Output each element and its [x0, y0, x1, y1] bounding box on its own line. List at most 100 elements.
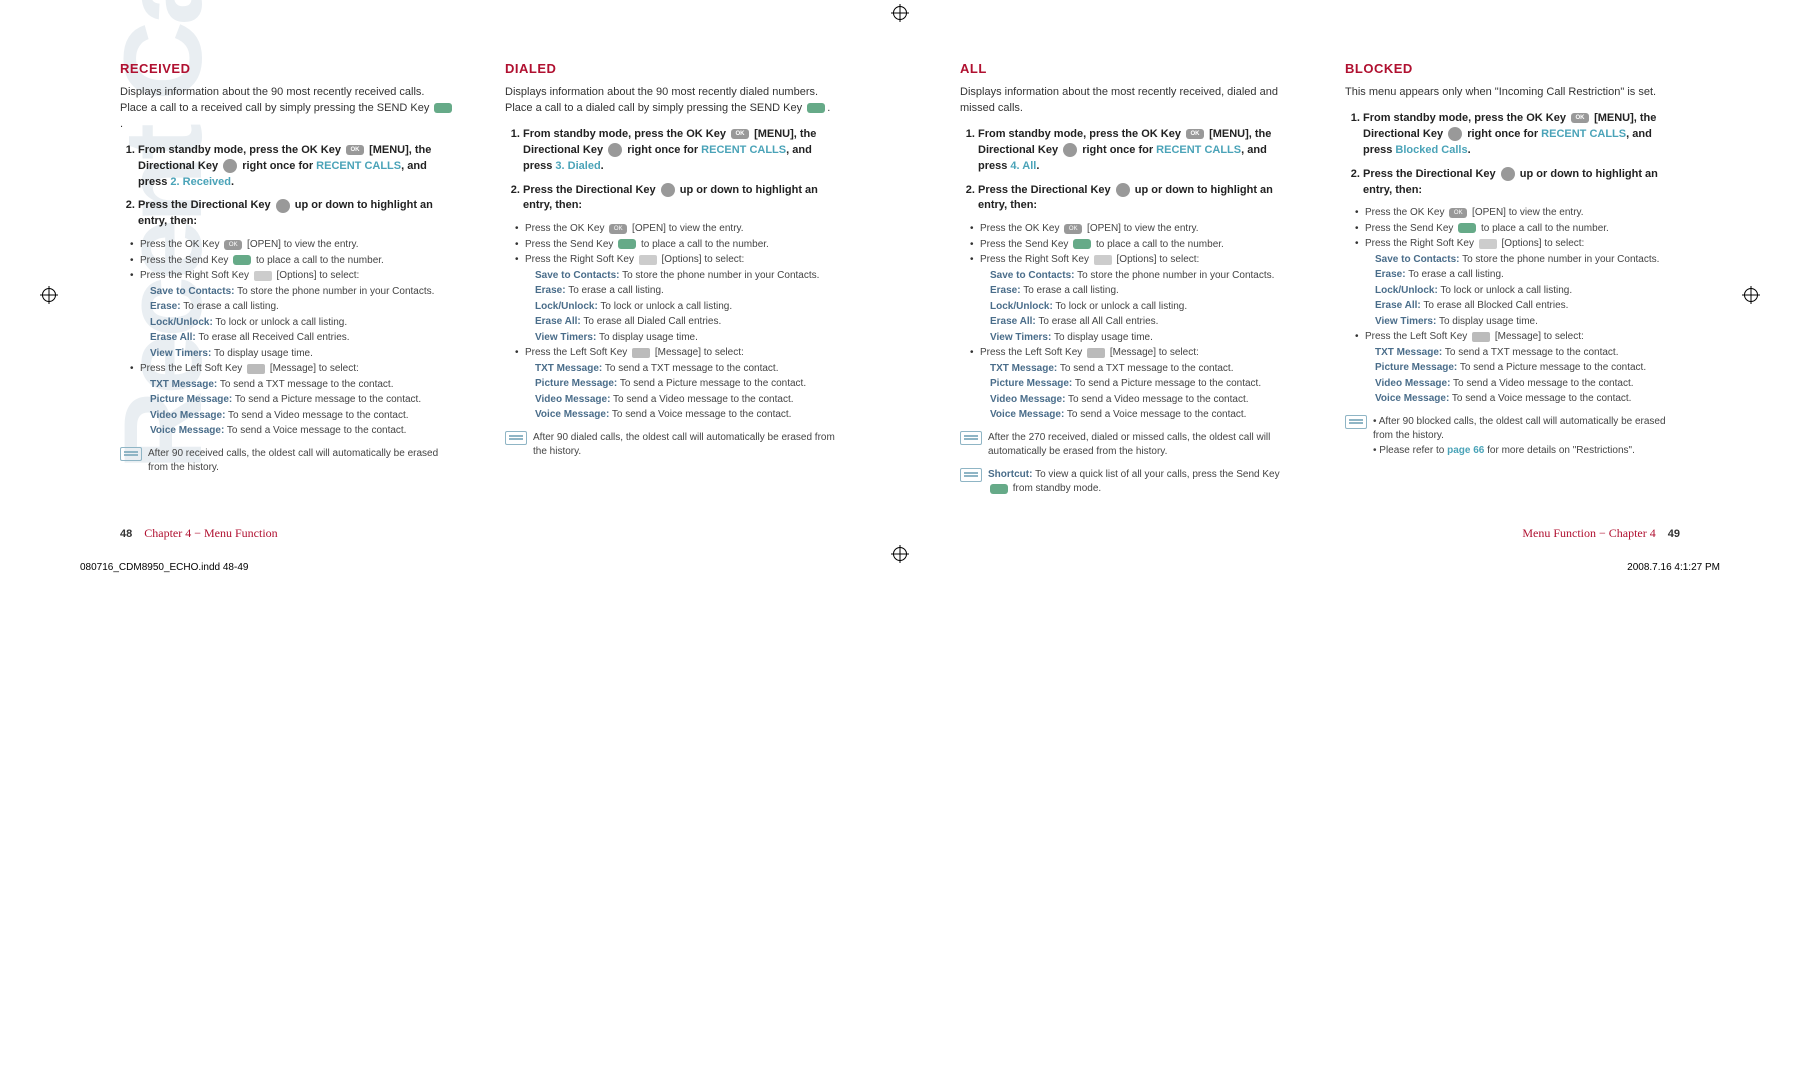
section-dialed: DIALED Displays information about the 90…: [505, 60, 840, 476]
step-1: From standby mode, press the OK Key OK […: [138, 143, 455, 191]
ok-key-icon: OK: [1064, 224, 1082, 234]
directional-key-icon: [1063, 143, 1077, 157]
page-number: 48: [120, 528, 132, 540]
option-item: Voice Message: To send a Voice message t…: [1365, 392, 1680, 407]
trim-timestamp: 2008.7.16 4:1:27 PM: [1627, 562, 1720, 573]
option-item: Erase All: To erase all Blocked Call ent…: [1365, 299, 1680, 314]
page-footer: 48 Chapter 4 − Menu Function: [120, 526, 278, 541]
bullet-item: Press the OK Key OK [OPEN] to view the e…: [970, 222, 1295, 237]
right-soft-key-icon: [1094, 255, 1112, 265]
directional-key-icon: [608, 143, 622, 157]
section-blocked: BLOCKED This menu appears only when "Inc…: [1345, 60, 1680, 497]
ok-key-icon: OK: [1571, 113, 1589, 123]
ok-key-icon: OK: [346, 145, 364, 155]
chapter-name: Chapter 4 − Menu Function: [144, 526, 277, 541]
ok-key-icon: OK: [1186, 129, 1204, 139]
step-1: From standby mode, press the OK Key OK […: [978, 127, 1295, 175]
note: After 90 dialed calls, the oldest call w…: [505, 431, 840, 460]
option-item: Voice Message: To send a Voice message t…: [525, 408, 840, 423]
ok-key-icon: OK: [731, 129, 749, 139]
option-item: Erase: To erase a call listing.: [525, 284, 840, 299]
page-footer: Menu Function − Chapter 4 49: [1522, 526, 1680, 541]
bullet-item: Press the Send Key to place a call to th…: [130, 254, 455, 269]
option-item: View Timers: To display usage time.: [525, 331, 840, 346]
option-item: Save to Contacts: To store the phone num…: [525, 269, 840, 284]
step-2: Press the Directional Key up or down to …: [523, 183, 840, 215]
note: • After 90 blocked calls, the oldest cal…: [1345, 415, 1680, 459]
bullet-item: Press the Left Soft Key [Message] to sel…: [1355, 330, 1680, 345]
directional-key-icon: [1501, 167, 1515, 181]
note-icon: [960, 431, 982, 445]
ok-key-icon: OK: [1449, 208, 1467, 218]
bullet-item: Press the Right Soft Key [Options] to se…: [1355, 237, 1680, 252]
option-item: TXT Message: To send a TXT message to th…: [140, 378, 455, 393]
bullet-item: Press the Right Soft Key [Options] to se…: [970, 253, 1295, 268]
option-item: Picture Message: To send a Picture messa…: [980, 377, 1295, 392]
option-item: Save to Contacts: To store the phone num…: [1365, 253, 1680, 268]
section-description: Displays information about the 90 most r…: [120, 85, 455, 133]
note-icon: [960, 468, 982, 482]
bullet-item: Press the Left Soft Key [Message] to sel…: [515, 346, 840, 361]
bullet-item: Press the Right Soft Key [Options] to se…: [130, 269, 455, 284]
step-2: Press the Directional Key up or down to …: [1363, 167, 1680, 199]
step-1: From standby mode, press the OK Key OK […: [1363, 111, 1680, 159]
section-heading: BLOCKED: [1345, 60, 1680, 79]
section-received: RECEIVED Displays information about the …: [120, 60, 455, 476]
option-item: View Timers: To display usage time.: [980, 331, 1295, 346]
right-soft-key-icon: [1479, 239, 1497, 249]
section-heading: RECEIVED: [120, 60, 455, 79]
note-icon: [505, 431, 527, 445]
option-item: Lock/Unlock: To lock or unlock a call li…: [140, 316, 455, 331]
option-item: TXT Message: To send a TXT message to th…: [1365, 346, 1680, 361]
option-item: Lock/Unlock: To lock or unlock a call li…: [980, 300, 1295, 315]
option-item: Erase: To erase a call listing.: [1365, 268, 1680, 283]
bullet-item: Press the Send Key to place a call to th…: [1355, 222, 1680, 237]
option-item: Save to Contacts: To store the phone num…: [140, 285, 455, 300]
option-item: Video Message: To send a Video message t…: [140, 409, 455, 424]
send-key-icon: [618, 239, 636, 249]
option-item: Picture Message: To send a Picture messa…: [1365, 361, 1680, 376]
page-49: Recent Calls ALL Displays information ab…: [900, 0, 1800, 589]
bullet-item: Press the Send Key to place a call to th…: [515, 238, 840, 253]
option-item: Erase: To erase a call listing.: [140, 300, 455, 315]
section-heading: DIALED: [505, 60, 840, 79]
option-item: Erase All: To erase all All Call entries…: [980, 315, 1295, 330]
option-item: Video Message: To send a Video message t…: [980, 393, 1295, 408]
trim-filename: 080716_CDM8950_ECHO.indd 48-49: [80, 562, 248, 573]
option-item: Video Message: To send a Video message t…: [525, 393, 840, 408]
option-item: Voice Message: To send a Voice message t…: [980, 408, 1295, 423]
note: After 90 received calls, the oldest call…: [120, 447, 455, 476]
option-item: Erase All: To erase all Dialed Call entr…: [525, 315, 840, 330]
page-48: Recent Calls RECEIVED Displays informati…: [0, 0, 900, 589]
option-item: Erase All: To erase all Received Call en…: [140, 331, 455, 346]
note-icon: [120, 447, 142, 461]
bullet-item: Press the OK Key OK [OPEN] to view the e…: [130, 238, 455, 253]
chapter-name: Menu Function − Chapter 4: [1522, 526, 1655, 541]
bullet-item: Press the Send Key to place a call to th…: [970, 238, 1295, 253]
bullet-item: Press the Left Soft Key [Message] to sel…: [130, 362, 455, 377]
note-shortcut: Shortcut: To view a quick list of all yo…: [960, 468, 1295, 497]
directional-key-icon: [1448, 127, 1462, 141]
option-item: TXT Message: To send a TXT message to th…: [980, 362, 1295, 377]
step-2: Press the Directional Key up or down to …: [138, 198, 455, 230]
left-soft-key-icon: [247, 364, 265, 374]
note-icon: [1345, 415, 1367, 429]
send-key-icon: [233, 255, 251, 265]
send-key-icon: [1073, 239, 1091, 249]
left-soft-key-icon: [632, 348, 650, 358]
option-item: Lock/Unlock: To lock or unlock a call li…: [1365, 284, 1680, 299]
send-key-icon: [990, 484, 1008, 494]
option-item: Lock/Unlock: To lock or unlock a call li…: [525, 300, 840, 315]
option-item: Erase: To erase a call listing.: [980, 284, 1295, 299]
directional-key-icon: [661, 183, 675, 197]
send-key-icon: [1458, 223, 1476, 233]
directional-key-icon: [223, 159, 237, 173]
send-key-icon: [434, 103, 452, 113]
option-item: View Timers: To display usage time.: [140, 347, 455, 362]
section-heading: ALL: [960, 60, 1295, 79]
ok-key-icon: OK: [609, 224, 627, 234]
left-soft-key-icon: [1087, 348, 1105, 358]
bullet-item: Press the Right Soft Key [Options] to se…: [515, 253, 840, 268]
bullet-item: Press the OK Key OK [OPEN] to view the e…: [1355, 206, 1680, 221]
option-item: Video Message: To send a Video message t…: [1365, 377, 1680, 392]
